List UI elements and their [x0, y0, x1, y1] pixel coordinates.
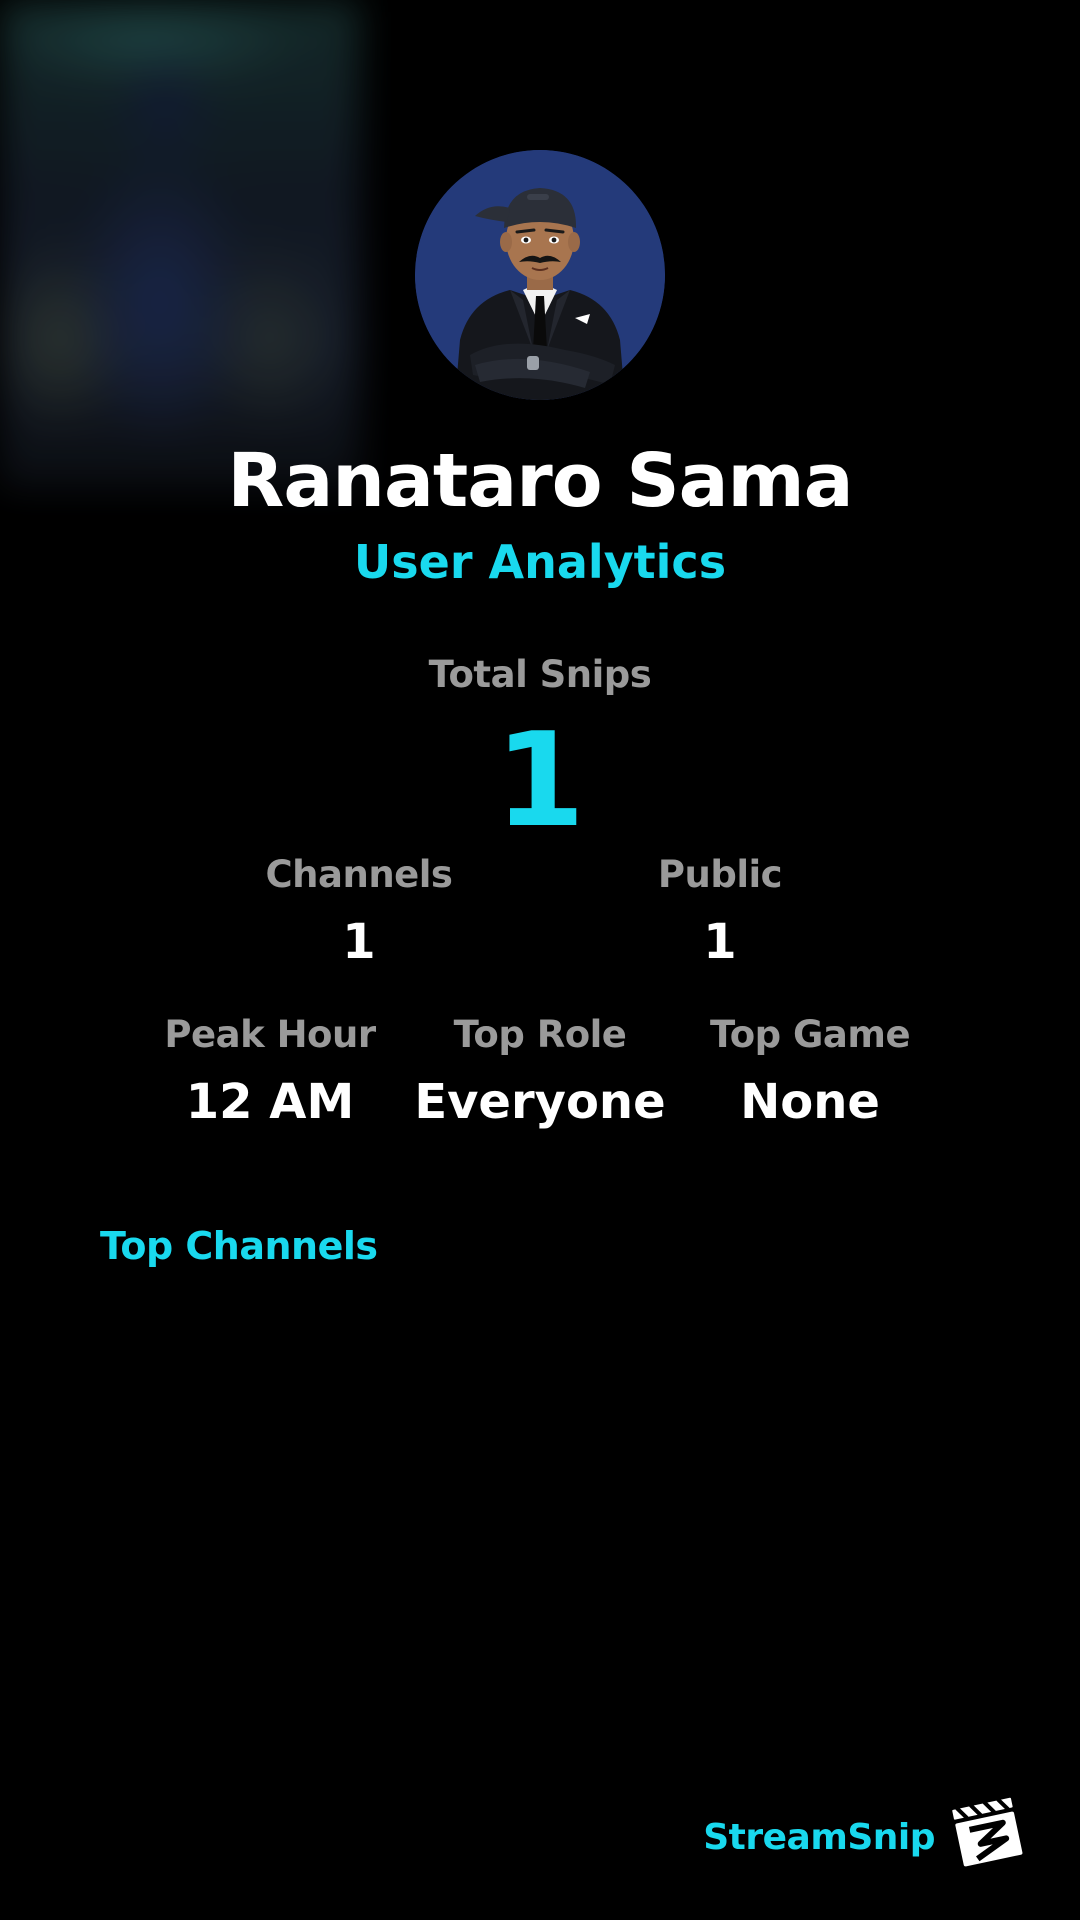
total-snips-label: Total Snips: [428, 653, 652, 696]
peak-hour-value: 12 AM: [185, 1074, 355, 1130]
clapperboard-logo-icon: [948, 1790, 1028, 1870]
top-channels-heading: Top Channels: [100, 1224, 378, 1268]
channels-label: Channels: [265, 853, 453, 896]
top-game-label: Top Game: [709, 1013, 911, 1056]
user-avatar: [415, 150, 665, 400]
blurred-background-image: [0, 0, 360, 490]
top-role-label: Top Role: [453, 1013, 627, 1056]
peak-hour-label: Peak Hour: [164, 1013, 376, 1056]
channels-value: 1: [342, 914, 376, 970]
total-snips-value: 1: [494, 704, 586, 856]
top-role-value: Everyone: [414, 1074, 666, 1130]
public-value: 1: [703, 914, 737, 970]
brand-name: StreamSnip: [703, 1817, 935, 1858]
user-name: Ranataro Sama: [227, 438, 853, 524]
public-label: Public: [657, 853, 783, 896]
avatar-illustration: [415, 150, 665, 400]
page-subtitle: User Analytics: [353, 535, 727, 589]
top-game-value: None: [740, 1074, 880, 1130]
